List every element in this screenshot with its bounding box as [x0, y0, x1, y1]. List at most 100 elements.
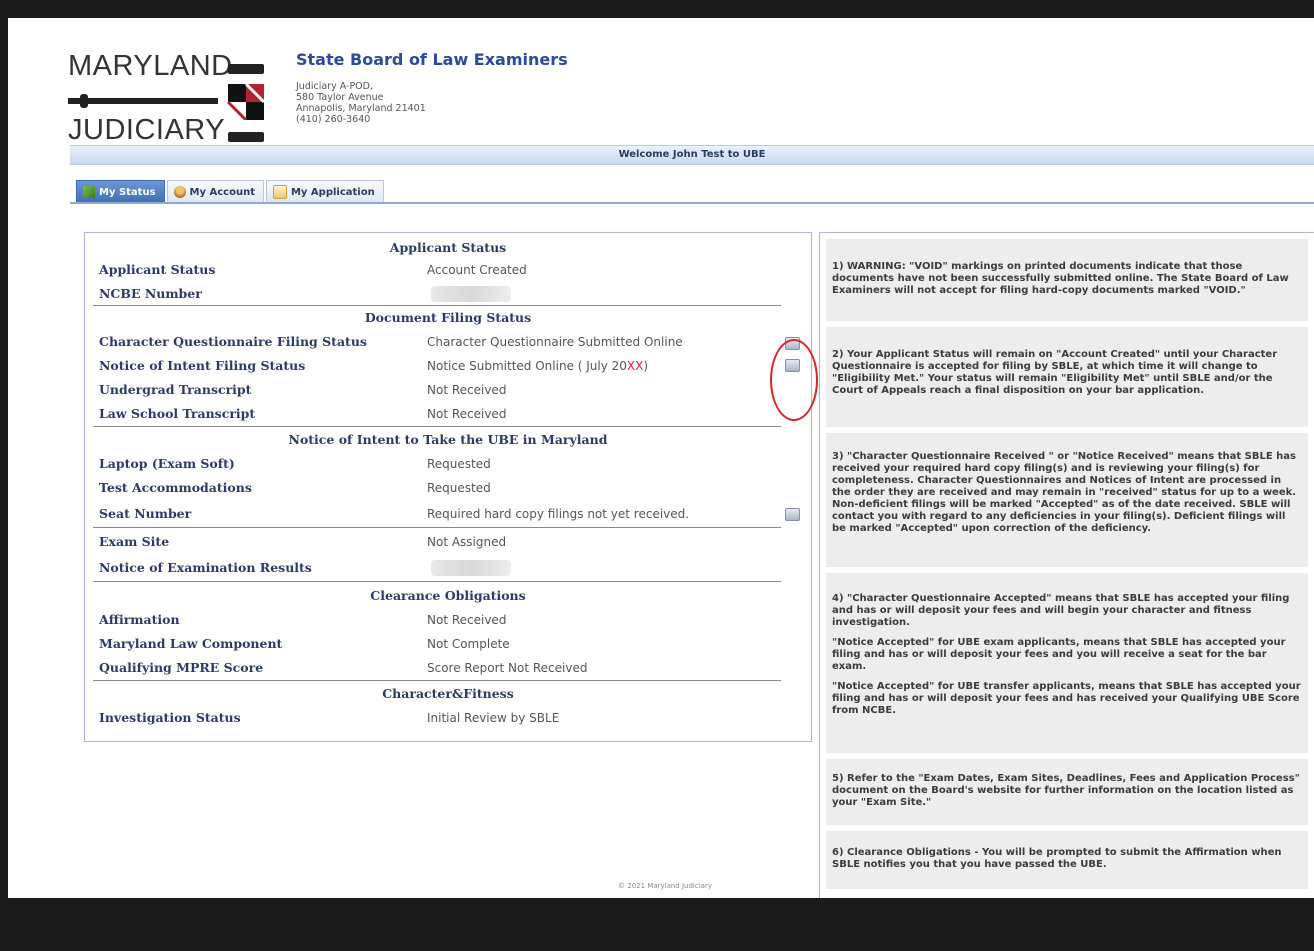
gavel-flag-icon [68, 84, 266, 120]
tab-label: My Account [189, 186, 255, 198]
note-3: 3) "Character Questionnaire Received " o… [826, 433, 1308, 567]
notes-panel: 1) WARNING: "VOID" markings on printed d… [819, 232, 1314, 898]
note-text: 2) Your Applicant Status will remain on … [832, 349, 1278, 396]
row-label: Undergrad Transcript [99, 382, 252, 397]
row-investigation-status: Investigation Status Initial Review by S… [85, 707, 811, 729]
tab-bar: My Status My Account My Application [76, 180, 386, 204]
applicant-status-panel: Applicant Status Applicant Status Accoun… [84, 232, 818, 742]
divider [93, 527, 781, 528]
note-text: "Notice Accepted" for UBE transfer appli… [832, 681, 1301, 716]
gavel-head-bottom [228, 132, 264, 142]
row-value: Initial Review by SBLE [427, 711, 560, 725]
row-label: Maryland Law Component [99, 636, 283, 651]
divider [93, 680, 781, 681]
welcome-bar: Welcome John Test to UBE [70, 145, 1314, 165]
tab-label: My Application [290, 186, 375, 198]
row-exam-results: Notice of Examination Results [85, 557, 811, 579]
maryland-judiciary-logo: MARYLAND JUDICIARY [68, 50, 268, 155]
row-value: Required hard copy filings not yet recei… [427, 507, 690, 521]
address-line: 580 Taylor Avenue [296, 92, 384, 103]
notice-value-end: ) [643, 359, 649, 373]
note-text: 5) Refer to the "Exam Dates, Exam Sites,… [832, 773, 1300, 808]
row-applicant-status: Applicant Status Account Created [85, 259, 811, 281]
row-ncbe-number: NCBE Number [85, 283, 811, 305]
address-line: (410) 260-3640 [296, 114, 371, 125]
row-label: Laptop (Exam Soft) [99, 456, 235, 471]
row-label: Test Accommodations [99, 480, 252, 495]
user-icon [173, 186, 186, 198]
row-test-accommodations: Test Accommodations Requested [85, 477, 811, 499]
tab-label: My Status [99, 186, 156, 198]
flag-icon [83, 186, 95, 198]
row-mpre-score: Qualifying MPRE Score Score Report Not R… [85, 657, 811, 679]
note-text: 3) "Character Questionnaire Received " o… [832, 451, 1297, 534]
row-value: Not Received [427, 613, 507, 627]
row-undergrad-transcript: Undergrad Transcript Not Received [85, 379, 811, 401]
footer: © 2021 Maryland Judiciary [618, 882, 712, 890]
org-address: Judiciary A-POD, 580 Taylor Avenue Annap… [296, 81, 426, 125]
tab-my-account[interactable]: My Account [166, 180, 264, 204]
row-notice-of-intent: Notice of Intent Filing Status Notice Su… [85, 355, 811, 377]
address-line: Judiciary A-POD, [296, 81, 373, 92]
note-text: 1) WARNING: "VOID" markings on printed d… [832, 261, 1289, 296]
row-value: Not Complete [427, 637, 510, 651]
address-line: Annapolis, Maryland 21401 [296, 103, 426, 114]
row-value: Requested [427, 457, 491, 471]
row-value: Requested [427, 481, 491, 495]
printer-icon[interactable] [785, 508, 800, 521]
row-label: Qualifying MPRE Score [99, 660, 264, 675]
row-label: Affirmation [99, 612, 180, 627]
org-title: State Board of Law Examiners [296, 50, 568, 69]
section-notice-of-intent: Notice of Intent to Take the UBE in Mary… [288, 432, 608, 447]
row-label: Character Questionnaire Filing Status [99, 334, 367, 349]
row-law-school-transcript: Law School Transcript Not Received [85, 403, 811, 425]
tab-my-status[interactable]: My Status [76, 180, 165, 204]
section-clearance-obligations: Clearance Obligations [370, 588, 526, 603]
row-label: Applicant Status [99, 262, 216, 277]
row-seat-number: Seat Number Required hard copy filings n… [85, 503, 811, 525]
note-text: "Notice Accepted" for UBE exam applicant… [832, 637, 1286, 672]
row-label: Exam Site [99, 534, 170, 549]
page: MARYLAND JUDICIARY State Board of Law Ex… [8, 18, 1314, 898]
highlight-circle [770, 339, 818, 421]
note-4: 4) "Character Questionnaire Accepted" me… [826, 573, 1308, 753]
row-value: Notice Submitted Online ( July 20XX) [427, 355, 648, 377]
row-value: Account Created [427, 263, 527, 277]
logo-text-bottom: JUDICIARY [68, 114, 226, 146]
section-applicant-status: Applicant Status [389, 240, 507, 255]
document-icon [272, 185, 287, 199]
row-label: Law School Transcript [99, 406, 256, 421]
row-value: Not Assigned [427, 535, 507, 549]
redacted-year: XX [626, 359, 644, 373]
note-5: 5) Refer to the "Exam Dates, Exam Sites,… [826, 759, 1308, 825]
row-label: Seat Number [99, 506, 192, 521]
divider [93, 426, 781, 427]
redacted-value [431, 560, 511, 576]
row-value: Not Received [427, 407, 507, 421]
row-label: NCBE Number [99, 286, 202, 301]
logo-text-top: MARYLAND [68, 50, 233, 82]
row-exam-site: Exam Site Not Assigned [85, 531, 811, 553]
row-maryland-law-component: Maryland Law Component Not Complete [85, 633, 811, 655]
section-character-fitness: Character&Fitness [382, 686, 514, 701]
note-1: 1) WARNING: "VOID" markings on printed d… [826, 239, 1308, 321]
divider [93, 581, 781, 582]
row-value: Character Questionnaire Submitted Online [427, 335, 683, 349]
row-character-questionnaire: Character Questionnaire Filing Status Ch… [85, 331, 811, 353]
tab-underline [70, 202, 1314, 204]
gavel-head-top [228, 64, 264, 74]
row-label: Notice of Intent Filing Status [99, 358, 306, 373]
note-text: 4) "Character Questionnaire Accepted" me… [832, 593, 1290, 628]
note-2: 2) Your Applicant Status will remain on … [826, 327, 1308, 427]
row-value: Score Report Not Received [427, 661, 588, 675]
note-text: 6) Clearance Obligations - You will be p… [832, 847, 1282, 870]
row-label: Notice of Examination Results [99, 560, 312, 575]
note-6: 6) Clearance Obligations - You will be p… [826, 831, 1308, 889]
section-document-filing: Document Filing Status [364, 310, 532, 325]
tab-my-application[interactable]: My Application [265, 180, 384, 204]
row-label: Investigation Status [99, 710, 241, 725]
row-affirmation: Affirmation Not Received [85, 609, 811, 631]
row-value: Not Received [427, 383, 507, 397]
notice-value-text: Notice Submitted Online ( July 20 [427, 359, 627, 373]
divider [93, 305, 781, 306]
